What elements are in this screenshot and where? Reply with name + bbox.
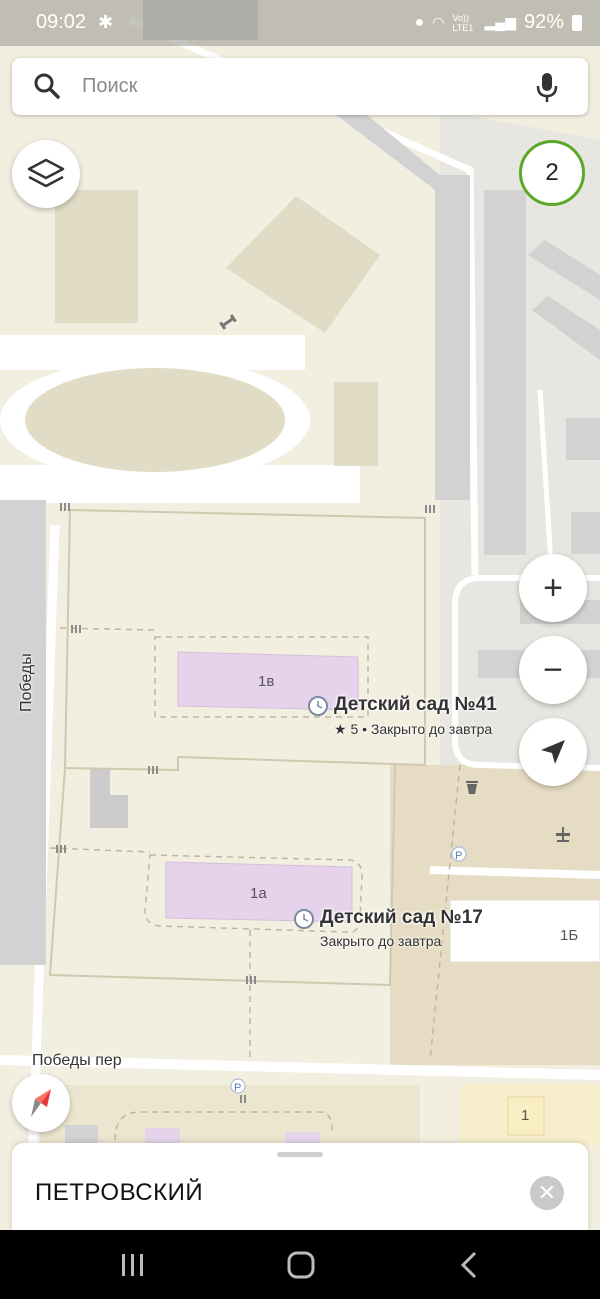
gift-icon: ✱ <box>98 12 114 32</box>
sheet-title: ПЕТРОВСКИЙ <box>35 1179 204 1206</box>
search-input[interactable]: Поиск <box>82 75 137 98</box>
building-label-1b: 1Б <box>560 927 579 944</box>
system-nav-bar <box>0 1230 600 1299</box>
street-label-pobedy-per: Победы пер <box>32 1052 122 1069</box>
status-icons: ● ◠ Vo)) LTE1 ▂▄▆ 92% <box>415 11 582 34</box>
battery-text: 92% <box>523 11 564 33</box>
map-canvas: P P <box>0 0 600 1230</box>
location-icon: ● <box>414 13 425 31</box>
microphone-icon[interactable] <box>535 71 559 103</box>
navigation-arrow-icon <box>541 740 565 764</box>
recent-apps-icon[interactable] <box>118 1250 148 1280</box>
search-bar[interactable]: Поиск <box>12 58 588 115</box>
zoom-in-button[interactable]: + <box>519 554 587 622</box>
compass-icon <box>31 1089 51 1117</box>
status-bar: 09:02 ✱ ● ◠ Vo)) LTE1 ▂▄▆ 92% <box>0 0 600 46</box>
compass-button[interactable] <box>12 1074 70 1132</box>
building-label-1: 1 <box>521 1107 530 1124</box>
poi-kindergarten-17-status: Закрыто до завтра <box>320 933 442 949</box>
layers-icon <box>27 158 65 188</box>
cluster-badge[interactable]: 2 <box>519 140 585 206</box>
svg-text:P: P <box>234 1082 241 1094</box>
search-icon <box>34 73 60 99</box>
poi-kindergarten-41[interactable]: Детский сад №41 <box>334 694 497 716</box>
zoom-out-button[interactable]: − <box>519 636 587 704</box>
bottom-sheet[interactable]: ПЕТРОВСКИЙ ✕ <box>12 1143 588 1243</box>
network-label: Vo)) LTE1 <box>452 12 474 33</box>
locate-me-button[interactable] <box>519 718 587 786</box>
close-button[interactable]: ✕ <box>530 1176 564 1210</box>
street-label-pobedy: Победы <box>18 653 35 712</box>
layers-button[interactable] <box>12 140 80 208</box>
svg-text:P: P <box>455 850 462 862</box>
sheet-drag-handle[interactable] <box>277 1152 323 1157</box>
poi-kindergarten-41-status: ★ 5 • Закрыто до завтра <box>334 721 493 737</box>
building-label-1v: 1в <box>258 673 275 690</box>
back-icon[interactable] <box>455 1250 485 1280</box>
poi-kindergarten-17[interactable]: Детский сад №17 <box>320 907 483 929</box>
status-time: 09:02 <box>36 11 87 33</box>
building-label-1a: 1а <box>250 885 267 902</box>
map-view[interactable]: P P 1в 1а 1Б 1 Победы Победы пер Детский… <box>0 0 600 1230</box>
home-icon[interactable] <box>285 1249 317 1281</box>
wifi-icon: ◠ <box>432 14 445 30</box>
signal-icon: ▂▄▆ <box>484 14 516 30</box>
battery-icon <box>572 14 582 31</box>
